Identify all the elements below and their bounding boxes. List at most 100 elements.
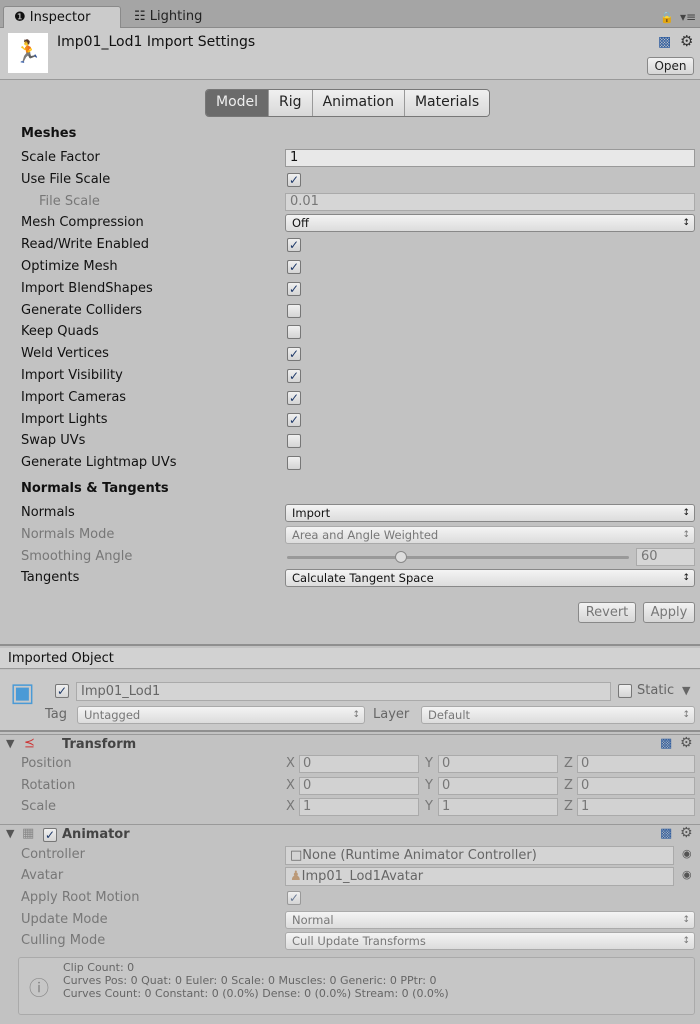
controller-field[interactable]: □None (Runtime Animator Controller) bbox=[285, 846, 674, 865]
scale-z-input[interactable]: 1 bbox=[577, 798, 695, 817]
use-file-scale-checkbox[interactable]: ✓ bbox=[287, 172, 301, 187]
object-picker-icon[interactable]: ◉ bbox=[682, 868, 692, 881]
import-cameras-label: Import Cameras bbox=[21, 389, 127, 405]
import-cameras-checkbox[interactable]: ✓ bbox=[287, 390, 301, 405]
import-lights-label: Import Lights bbox=[21, 411, 108, 427]
transform-header[interactable]: ▼ ⪯ Transform ▩ ⚙ bbox=[0, 734, 700, 755]
import-lights-checkbox[interactable]: ✓ bbox=[287, 412, 301, 427]
smoothing-angle-label: Smoothing Angle bbox=[21, 548, 133, 564]
update-mode-row: Update Mode Normal bbox=[0, 910, 700, 931]
weld-vertices-checkbox[interactable]: ✓ bbox=[287, 347, 301, 362]
normals-mode-dropdown[interactable]: Area and Angle Weighted bbox=[285, 525, 695, 544]
tab-materials[interactable]: Materials bbox=[404, 90, 490, 116]
static-dropdown-icon[interactable]: ▼ bbox=[682, 684, 690, 697]
animator-header[interactable]: ▼ ▦ ✓ Animator ▩ ⚙ bbox=[0, 824, 700, 845]
swap-uvs-checkbox[interactable] bbox=[287, 434, 301, 449]
tab-inspector[interactable]: ❶ Inspector bbox=[3, 6, 121, 28]
tab-model[interactable]: Model bbox=[206, 90, 270, 116]
rotation-label: Rotation bbox=[21, 777, 76, 793]
import-cameras-row: Import Cameras ✓ bbox=[0, 388, 700, 409]
file-scale-row: File Scale 0.01 bbox=[0, 192, 700, 213]
tab-rig[interactable]: Rig bbox=[269, 90, 313, 116]
scale-x-input[interactable]: 1 bbox=[299, 798, 419, 817]
help-book-icon[interactable]: ▩ bbox=[660, 736, 672, 751]
open-button[interactable]: Open bbox=[647, 57, 694, 75]
rotation-x-input[interactable]: 0 bbox=[299, 776, 419, 795]
root-motion-label: Apply Root Motion bbox=[21, 890, 140, 905]
import-visibility-checkbox[interactable]: ✓ bbox=[287, 369, 301, 383]
gear-icon[interactable]: ⚙ bbox=[680, 32, 693, 50]
use-file-scale-label: Use File Scale bbox=[21, 171, 111, 187]
generate-colliders-label: Generate Colliders bbox=[21, 302, 143, 318]
lock-icon[interactable]: 🔒 bbox=[660, 11, 674, 24]
scale-y-input[interactable]: 1 bbox=[438, 798, 558, 817]
avatar-field[interactable]: ♟Imp01_Lod1Avatar bbox=[285, 867, 674, 886]
active-checkbox[interactable]: ✓ bbox=[55, 684, 69, 698]
menu-icon[interactable]: ▾≡ bbox=[680, 10, 696, 24]
z-axis-label: Z bbox=[564, 777, 573, 793]
revert-button[interactable]: Revert bbox=[578, 602, 636, 623]
position-y-input[interactable]: 0 bbox=[438, 755, 558, 773]
info-line: Curves Pos: 0 Quat: 0 Euler: 0 Scale: 0 … bbox=[63, 974, 437, 987]
optimize-mesh-checkbox[interactable]: ✓ bbox=[287, 260, 301, 274]
culling-mode-dropdown[interactable]: Cull Update Transforms bbox=[285, 932, 695, 950]
generate-colliders-checkbox[interactable] bbox=[287, 303, 301, 318]
help-book-icon[interactable]: ▩ bbox=[658, 34, 671, 50]
keep-quads-label: Keep Quads bbox=[21, 324, 99, 340]
animator-info-box: ⓘ Clip Count: 0 Curves Pos: 0 Quat: 0 Eu… bbox=[18, 957, 695, 1015]
generate-lightmap-uvs-checkbox[interactable] bbox=[287, 456, 301, 471]
smoothing-angle-slider-track[interactable] bbox=[287, 550, 629, 563]
mesh-compression-dropdown[interactable]: Off bbox=[285, 214, 695, 233]
use-file-scale-row: Use File Scale ✓ bbox=[0, 170, 700, 191]
animator-enabled-checkbox[interactable]: ✓ bbox=[43, 828, 57, 842]
generate-lightmap-uvs-label: Generate Lightmap UVs bbox=[21, 455, 177, 471]
rotation-y-input[interactable]: 0 bbox=[438, 776, 558, 795]
help-book-icon[interactable]: ▩ bbox=[660, 826, 672, 841]
collapse-triangle-icon[interactable]: ▼ bbox=[6, 737, 14, 750]
normals-mode-row: Normals Mode Area and Angle Weighted bbox=[0, 525, 700, 546]
read-write-enabled-row: Read/Write Enabled ✓ bbox=[0, 235, 700, 256]
avatar-icon: ♟ bbox=[290, 869, 302, 884]
z-axis-label: Z bbox=[564, 799, 573, 815]
tab-animation[interactable]: Animation bbox=[312, 90, 405, 116]
read-write-enabled-checkbox[interactable]: ✓ bbox=[287, 238, 301, 253]
gear-icon[interactable]: ⚙ bbox=[680, 825, 693, 841]
import-blendshapes-checkbox[interactable]: ✓ bbox=[287, 281, 301, 296]
update-mode-label: Update Mode bbox=[21, 912, 108, 927]
layer-dropdown[interactable]: Default bbox=[421, 706, 695, 724]
tangents-dropdown[interactable]: Calculate Tangent Space bbox=[285, 569, 695, 588]
mesh-compression-label: Mesh Compression bbox=[21, 215, 144, 231]
file-scale-label: File Scale bbox=[39, 193, 100, 209]
collapse-triangle-icon[interactable]: ▼ bbox=[6, 827, 14, 840]
position-z-input[interactable]: 0 bbox=[577, 755, 695, 773]
apply-button[interactable]: Apply bbox=[643, 602, 695, 623]
import-blendshapes-row: Import BlendShapes ✓ bbox=[0, 279, 700, 300]
update-mode-dropdown[interactable]: Normal bbox=[285, 911, 695, 929]
import-lights-row: Import Lights ✓ bbox=[0, 410, 700, 431]
gear-icon[interactable]: ⚙ bbox=[680, 735, 693, 751]
root-motion-checkbox[interactable]: ✓ bbox=[287, 891, 301, 905]
smoothing-angle-slider-thumb[interactable] bbox=[395, 550, 407, 563]
normals-section-title: Normals & Tangents bbox=[21, 481, 169, 496]
meshes-section-title: Meshes bbox=[21, 126, 77, 141]
import-visibility-label: Import Visibility bbox=[21, 368, 123, 383]
gameobject-cube-icon: ▣ bbox=[10, 678, 35, 708]
scale-label: Scale bbox=[21, 799, 56, 815]
static-checkbox[interactable] bbox=[618, 684, 632, 698]
x-axis-label: X bbox=[286, 777, 295, 793]
document-icon: □ bbox=[290, 848, 303, 863]
tag-dropdown[interactable]: Untagged bbox=[77, 706, 365, 724]
culling-mode-label: Culling Mode bbox=[21, 933, 106, 948]
tab-lighting[interactable]: ☷ Lighting bbox=[124, 6, 212, 28]
keep-quads-checkbox[interactable] bbox=[287, 325, 301, 340]
tangents-label: Tangents bbox=[21, 570, 80, 586]
object-picker-icon[interactable]: ◉ bbox=[682, 847, 692, 860]
rotation-z-input[interactable]: 0 bbox=[577, 776, 695, 795]
object-name-field[interactable]: Imp01_Lod1 bbox=[76, 682, 611, 701]
position-x-input[interactable]: 0 bbox=[299, 755, 419, 773]
scale-factor-input[interactable]: 1 bbox=[285, 149, 695, 167]
position-row: Position X 0 Y 0 Z 0 bbox=[0, 754, 700, 775]
info-line: Curves Count: 0 Constant: 0 (0.0%) Dense… bbox=[63, 987, 449, 1000]
normals-dropdown[interactable]: Import bbox=[285, 504, 695, 522]
controller-label: Controller bbox=[21, 847, 85, 862]
